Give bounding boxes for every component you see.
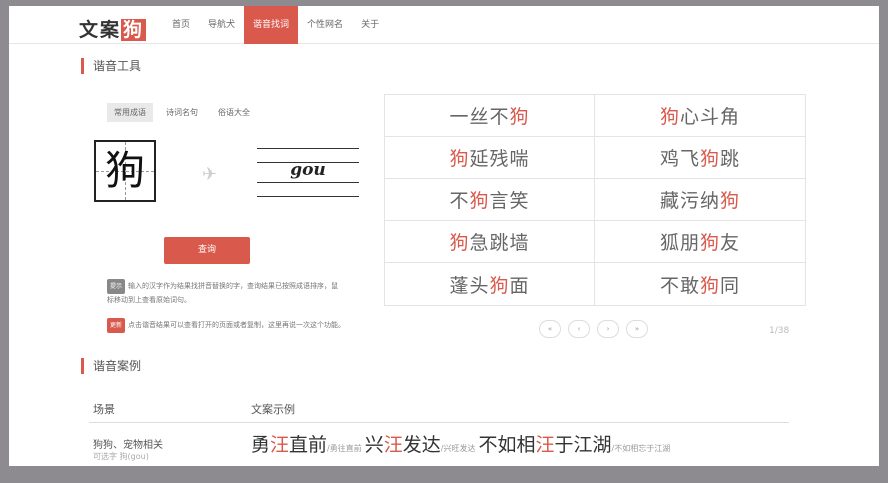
tab-sayings[interactable]: 俗语大全 (211, 103, 257, 122)
tool-section-title: 谐音工具 (81, 58, 141, 74)
tip-note: 提示 输入的汉字作为结果找拼音替换的字，查询结果已按照成语排序，鼠 标移动到上查看… (107, 279, 372, 307)
result-cell[interactable]: 不狗言笑 (385, 179, 595, 221)
example-original: /不如相忘于江湖 (611, 444, 671, 453)
nav-navigation[interactable]: 导航犬 (199, 6, 244, 44)
nav-about[interactable]: 关于 (352, 6, 388, 44)
pagination: « ‹ › » (539, 320, 648, 338)
result-highlight: 狗 (469, 190, 490, 212)
pinyin-line (257, 182, 359, 183)
case-scene: 狗狗、宠物相关 (93, 440, 163, 451)
input-character: 狗 (105, 148, 145, 194)
result-text: 跳 (720, 148, 741, 170)
case-examples: 勇汪直前/勇往直前 兴汪发达/兴旺发达 不如相汪于江湖/不如相忘于江湖 (251, 430, 791, 457)
result-text: 急跳墙 (469, 232, 530, 254)
result-text: 言笑 (489, 190, 530, 212)
result-text: 延残喘 (469, 148, 530, 170)
next-page-button[interactable]: › (597, 320, 619, 338)
result-text: 友 (720, 232, 741, 254)
case-scene-sub: 可选字 狗(gou) (93, 452, 149, 461)
result-text: 心斗角 (680, 106, 741, 128)
logo-highlight: 狗 (121, 19, 147, 41)
result-highlight: 狗 (449, 148, 470, 170)
cases-section-title: 谐音案例 (81, 358, 141, 374)
last-page-button[interactable]: » (626, 320, 648, 338)
example-text: 于江湖 (554, 434, 612, 456)
tip-text-2: 标移动到上查看原始词句。 (107, 296, 191, 304)
example-text: 勇 (251, 434, 271, 456)
case-example[interactable]: 勇汪直前 (251, 434, 327, 456)
result-cell[interactable]: 藏污纳狗 (595, 179, 805, 221)
nav-nickname[interactable]: 个性网名 (298, 6, 352, 44)
example-highlight: 汪 (535, 434, 555, 456)
column-header-example: 文案示例 (251, 403, 295, 416)
result-text: 狐朋 (659, 232, 700, 254)
result-highlight: 狗 (659, 106, 680, 128)
example-text: 直前 (289, 434, 328, 456)
result-cell[interactable]: 狐朋狗友 (595, 221, 805, 263)
query-button[interactable]: 查询 (164, 237, 250, 264)
character-input-box[interactable]: 狗 (94, 140, 156, 202)
result-cell[interactable]: 不敢狗同 (595, 263, 805, 305)
result-text: 蓬头 (449, 274, 490, 297)
main-nav: 首页 导航犬 谐音找词 个性网名 关于 (163, 6, 388, 44)
result-cell[interactable]: 蓬头狗面 (385, 263, 595, 305)
pinyin-line (257, 196, 359, 197)
result-cell[interactable]: 狗急跳墙 (385, 221, 595, 263)
result-text: 鸡飞 (659, 148, 700, 170)
result-text: 藏污纳 (659, 190, 720, 212)
column-header-scene: 场景 (93, 403, 115, 416)
case-example[interactable]: 兴汪发达 (365, 434, 441, 456)
update-note: 更新 点击谐音结果可以查看打开的页面或者复制，这里再说一次这个功能。 (107, 318, 372, 333)
logo-prefix: 文案 (79, 19, 122, 41)
example-original: /勇往直前 (327, 444, 362, 453)
airplane-icon: ✈ (202, 164, 218, 185)
pinyin-line (257, 148, 359, 149)
case-example[interactable]: 不如相汪于江湖 (479, 434, 612, 456)
top-nav-bar: 文案狗 首页 导航犬 谐音找词 个性网名 关于 (9, 6, 879, 44)
result-highlight: 狗 (509, 106, 530, 128)
nav-home[interactable]: 首页 (163, 6, 199, 44)
tip-text-1: 输入的汉字作为结果找拼音替换的字，查询结果已按照成语排序，鼠 (128, 282, 339, 290)
category-tabs: 常用成语 诗词名句 俗语大全 (107, 103, 257, 122)
result-text: 面 (509, 274, 530, 297)
example-text: 不如相 (478, 434, 536, 456)
pinyin-display: gou (257, 146, 359, 198)
page-count: 1/38 (769, 326, 790, 336)
result-cell[interactable]: 一丝不狗 (385, 95, 595, 137)
nav-homophone-finder[interactable]: 谐音找词 (244, 6, 299, 44)
site-logo[interactable]: 文案狗 (79, 15, 147, 42)
pinyin-text: gou (290, 160, 326, 180)
example-highlight: 汪 (383, 434, 403, 456)
table-divider (89, 422, 789, 423)
result-cell[interactable]: 狗心斗角 (595, 95, 805, 137)
results-grid: 一丝不狗狗心斗角狗延残喘 鸡飞狗跳不狗言笑 藏污纳狗狗急跳墙 狐朋狗友蓬头狗面不敢狗同 (384, 94, 806, 306)
tab-idioms[interactable]: 常用成语 (107, 103, 153, 122)
result-highlight: 狗 (699, 148, 720, 170)
example-text: 发达 (402, 434, 441, 456)
update-text: 点击谐音结果可以查看打开的页面或者复制，这里再说一次这个功能。 (128, 321, 346, 329)
result-highlight: 狗 (720, 190, 741, 212)
example-text: 兴 (364, 434, 384, 456)
result-highlight: 狗 (449, 232, 470, 254)
result-highlight: 狗 (699, 274, 720, 297)
result-text: 不敢 (659, 274, 700, 297)
app-frame: 文案狗 首页 导航犬 谐音找词 个性网名 关于 谐音工具 常用成语 诗词名句 俗… (9, 6, 879, 466)
result-cell[interactable]: 鸡飞狗跳 (595, 137, 805, 179)
result-highlight: 狗 (489, 274, 510, 297)
result-cell[interactable]: 狗延残喘 (385, 137, 595, 179)
result-highlight: 狗 (699, 232, 720, 254)
tip-badge: 提示 (107, 279, 126, 294)
result-text: 不 (449, 190, 470, 212)
result-text: 同 (720, 274, 741, 297)
update-badge: 更新 (107, 318, 126, 333)
example-highlight: 汪 (270, 434, 290, 456)
example-original: /兴旺发达 (440, 444, 476, 453)
tab-poems[interactable]: 诗词名句 (159, 103, 205, 122)
result-text: 一丝不 (449, 106, 510, 128)
prev-page-button[interactable]: ‹ (568, 320, 590, 338)
first-page-button[interactable]: « (539, 320, 561, 338)
